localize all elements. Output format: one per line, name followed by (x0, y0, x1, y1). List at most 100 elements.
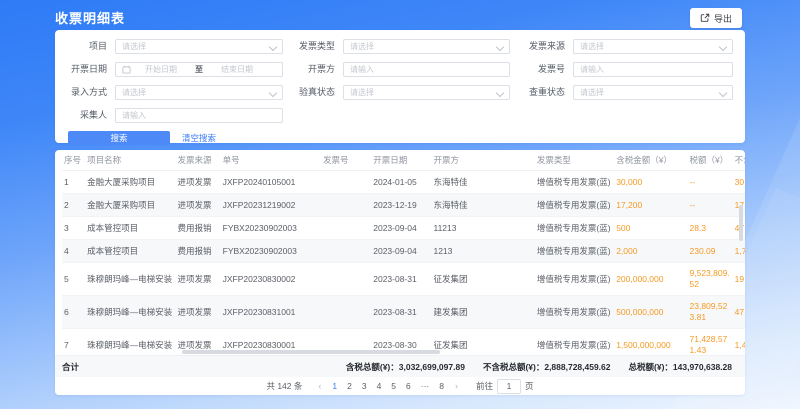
cell-source: 费用报销 (175, 240, 220, 263)
filter-select-invoice-source[interactable]: 请选择 (573, 39, 733, 54)
cell-seq: 2 (62, 194, 85, 217)
summary-item-value: 3,032,699,097.89 (399, 362, 465, 372)
cell-issuer: 东海特佳 (431, 194, 534, 217)
cell-net: 47 (733, 296, 745, 329)
page-numbers: 123456 ··· 8 (327, 381, 449, 391)
cell-source: 费用报销 (175, 217, 220, 240)
summary-item-value: 2,888,728,459.62 (544, 362, 610, 372)
summary-item-1: 不含税总额(¥)：2,888,728,459.62 (483, 361, 611, 373)
filter-field-duplicate-status: 请选择 (573, 85, 733, 100)
page-number-3[interactable]: 3 (362, 381, 367, 391)
cell-issuer: 1213 (431, 240, 534, 263)
pagination: 共 142 条 ‹ 123456···8 › 前往 1 页 (55, 377, 745, 395)
cell-project: 珠穆朗玛峰—电梯安装 (85, 329, 175, 356)
cell-issuer: 11213 (431, 217, 534, 240)
cell-net: 1,7 (733, 240, 745, 263)
filter-select-invoice-type[interactable]: 请选择 (343, 39, 510, 54)
filter-field-issuer: 请输入 (343, 62, 510, 77)
vertical-scrollbar[interactable] (739, 205, 743, 241)
next-page-button[interactable]: › (455, 381, 458, 391)
table-row: 4成本管控项目费用报销FYBX202309020032023-09-041213… (62, 240, 745, 263)
cell-date: 2023-09-04 (371, 217, 431, 240)
select-placeholder: 请选择 (350, 87, 374, 98)
column-header-date: 开票日期 (371, 150, 431, 171)
filter-select-entry-method[interactable]: 请选择 (115, 85, 283, 100)
date-start-placeholder: 开始日期 (145, 64, 177, 75)
chevron-down-icon (719, 43, 727, 51)
input-placeholder: 请输入 (122, 110, 146, 121)
cell-invoice (321, 296, 371, 329)
cell-issuer: 建发集团 (431, 296, 534, 329)
filter-label-collector: 采集人 (55, 108, 115, 123)
cell-issuer: 征发集团 (431, 329, 534, 356)
page-number-2[interactable]: 2 (347, 381, 352, 391)
column-header-invoice: 发票号 (321, 150, 371, 171)
cell-type: 增值税专用发票(蓝) (535, 296, 614, 329)
filter-daterange-invoice-date[interactable]: 开始日期至结束日期 (115, 62, 283, 77)
filter-input-issuer[interactable]: 请输入 (343, 62, 510, 77)
cell-order: FYBX20230902003 (221, 240, 321, 263)
export-button[interactable]: 导出 (690, 8, 742, 28)
page-jump-input[interactable]: 1 (497, 379, 521, 394)
column-header-source: 发票来源 (175, 150, 220, 171)
filter-input-collector[interactable]: 请输入 (115, 108, 283, 123)
cell-date: 2024-01-05 (371, 171, 431, 194)
filter-input-invoice-number[interactable]: 请输入 (573, 62, 733, 77)
filter-select-verify-status[interactable]: 请选择 (343, 85, 510, 100)
cell-invoice (321, 171, 371, 194)
input-placeholder: 请输入 (350, 64, 374, 75)
summary-item-2: 总税额(¥)：143,970,638.28 (629, 361, 732, 373)
page-number-6[interactable]: 6 (406, 381, 411, 391)
filter-field-invoice-number: 请输入 (573, 62, 733, 77)
cell-tax: 23,809,523.81 (688, 296, 733, 329)
summary-bar: 合计 含税总额(¥)：3,032,699,097.89不含税总额(¥)：2,88… (55, 355, 745, 377)
table-row: 6珠穆朗玛峰—电梯安装进项发票JXFP202308310012023-08-31… (62, 296, 745, 329)
filter-select-duplicate-status[interactable]: 请选择 (573, 85, 733, 100)
cell-date: 2023-12-19 (371, 194, 431, 217)
clear-search-link[interactable]: 清空搜索 (182, 132, 216, 144)
page-title: 收票明细表 (55, 8, 125, 27)
column-header-type: 发票类型 (535, 150, 614, 171)
page-number-4[interactable]: 4 (377, 381, 382, 391)
calendar-icon (122, 65, 131, 74)
filter-select-project[interactable]: 请选择 (115, 39, 283, 54)
prev-page-button[interactable]: ‹ (318, 381, 321, 391)
chevron-down-icon (719, 89, 727, 97)
page-number-8[interactable]: 8 (439, 381, 444, 391)
cell-amount: 500,000,000 (614, 296, 687, 329)
filter-label-invoice-number: 发票号 (510, 62, 573, 77)
filter-field-invoice-date: 开始日期至结束日期 (115, 62, 283, 77)
cell-net: 1,4 (733, 329, 745, 356)
filter-label-verify-status: 验真状态 (283, 85, 343, 100)
cell-date: 2023-08-31 (371, 296, 431, 329)
chevron-down-icon (496, 43, 504, 51)
table-row: 5珠穆朗玛峰—电梯安装进项发票JXFP202308300022023-08-31… (62, 263, 745, 296)
page-number-1[interactable]: 1 (332, 381, 337, 391)
cell-invoice (321, 194, 371, 217)
cell-amount: 1,500,000,000 (614, 329, 687, 356)
select-placeholder: 请选择 (122, 41, 146, 52)
filter-field-invoice-source: 请选择 (573, 39, 733, 54)
cell-type: 增值税专用发票(蓝) (535, 194, 614, 217)
page-number-5[interactable]: 5 (391, 381, 396, 391)
search-button[interactable]: 搜索 (68, 131, 170, 145)
column-header-net: 不含 (733, 150, 745, 171)
cell-issuer: 征发集团 (431, 263, 534, 296)
table-row: 1金融大厦采购项目进项发票JXFP202401050012024-01-05东海… (62, 171, 745, 194)
filter-actions: 搜索 清空搜索 (68, 131, 745, 145)
horizontal-scrollbar[interactable] (182, 350, 440, 354)
summary-item-label: 总税额(¥)： (629, 362, 673, 372)
cell-type: 增值税专用发票(蓝) (535, 240, 614, 263)
invoice-table-panel: 序号项目名称发票来源单号发票号开票日期开票方发票类型含税金额（¥）税额（¥）不含… (55, 150, 745, 395)
filter-label-project: 项目 (55, 39, 115, 54)
chevron-down-icon (496, 89, 504, 97)
summary-item-value: 143,970,638.28 (673, 362, 732, 372)
cell-invoice (321, 240, 371, 263)
cell-order: JXFP20230830002 (221, 263, 321, 296)
date-range-separator: 至 (195, 64, 203, 75)
page-ellipsis[interactable]: ··· (421, 381, 430, 391)
cell-project: 珠穆朗玛峰—电梯安装 (85, 263, 175, 296)
invoice-table: 序号项目名称发票来源单号发票号开票日期开票方发票类型含税金额（¥）税额（¥）不含… (62, 150, 745, 355)
export-label: 导出 (714, 12, 732, 25)
table-row: 3成本管控项目费用报销FYBX202309020032023-09-041121… (62, 217, 745, 240)
